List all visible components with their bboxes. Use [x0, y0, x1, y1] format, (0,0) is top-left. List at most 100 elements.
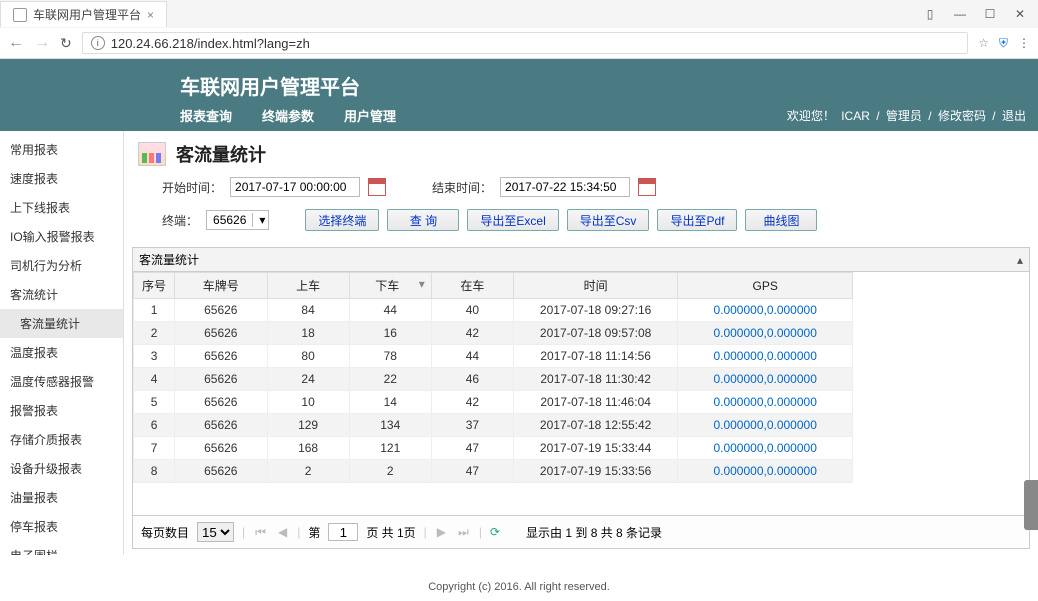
- sidebar-item[interactable]: IO输入报警报表: [0, 222, 123, 251]
- column-header[interactable]: 序号: [134, 273, 175, 299]
- cell-off: 2: [349, 460, 431, 483]
- feedback-handle[interactable]: [1024, 480, 1038, 530]
- browser-tab[interactable]: 车联网用户管理平台 ×: [0, 1, 167, 27]
- calendar-icon[interactable]: [368, 178, 386, 196]
- nav-user-mgmt[interactable]: 用户管理: [344, 106, 396, 125]
- cell-off: 22: [349, 368, 431, 391]
- maximize-icon[interactable]: ☐: [984, 7, 996, 21]
- sidebar-item[interactable]: 温度传感器报警: [0, 367, 123, 396]
- sidebar-item[interactable]: 停车报表: [0, 512, 123, 541]
- user-link[interactable]: ICAR: [841, 109, 870, 123]
- cell-time: 2017-07-18 09:27:16: [513, 299, 677, 322]
- per-page-select[interactable]: 15: [197, 522, 234, 542]
- end-time-input[interactable]: [500, 177, 630, 197]
- cell-gps[interactable]: 0.000000,0.000000: [678, 322, 853, 345]
- sidebar-item[interactable]: 报警报表: [0, 396, 123, 425]
- sidebar-item[interactable]: 客流统计: [0, 280, 123, 309]
- table-row[interactable]: 3656268078442017-07-18 11:14:560.000000,…: [134, 345, 853, 368]
- role-link[interactable]: 管理员: [886, 109, 922, 123]
- change-password-link[interactable]: 修改密码: [938, 109, 986, 123]
- bookmark-icon[interactable]: ☆: [978, 36, 989, 50]
- chevron-down-icon[interactable]: ▾: [252, 213, 268, 227]
- page-icon: [13, 8, 27, 22]
- table-row[interactable]: 765626168121472017-07-19 15:33:440.00000…: [134, 437, 853, 460]
- address-bar: ← → ↻ i 120.24.66.218/index.html?lang=zh…: [0, 28, 1038, 58]
- sidebar-item[interactable]: 上下线报表: [0, 193, 123, 222]
- cell-on: 168: [267, 437, 349, 460]
- column-header[interactable]: 车牌号: [175, 273, 267, 299]
- cell-gps[interactable]: 0.000000,0.000000: [678, 368, 853, 391]
- nav-reports[interactable]: 报表查询: [180, 106, 232, 125]
- cell-gps[interactable]: 0.000000,0.000000: [678, 460, 853, 483]
- cell-time: 2017-07-18 12:55:42: [513, 414, 677, 437]
- table-row[interactable]: 4656262422462017-07-18 11:30:420.000000,…: [134, 368, 853, 391]
- back-icon[interactable]: ←: [8, 34, 24, 52]
- export-csv-button[interactable]: 导出至Csv: [567, 209, 650, 231]
- cell-idx: 6: [134, 414, 175, 437]
- logout-link[interactable]: 退出: [1002, 109, 1026, 123]
- cell-gps[interactable]: 0.000000,0.000000: [678, 391, 853, 414]
- cell-time: 2017-07-18 09:57:08: [513, 322, 677, 345]
- browser-menu-icon[interactable]: ⋮: [1018, 36, 1030, 50]
- column-header[interactable]: 下车▾: [349, 273, 431, 299]
- filter-row-2: 终端： 65626 ▾ 选择终端 查 询 导出至Excel 导出至Csv 导出至…: [132, 203, 1030, 237]
- reload-icon[interactable]: ↻: [60, 35, 72, 52]
- close-tab-icon[interactable]: ×: [147, 8, 154, 22]
- sidebar-item[interactable]: 常用报表: [0, 135, 123, 164]
- column-header[interactable]: GPS: [678, 273, 853, 299]
- table-row[interactable]: 2656261816422017-07-18 09:57:080.000000,…: [134, 322, 853, 345]
- table-row[interactable]: 665626129134372017-07-18 12:55:420.00000…: [134, 414, 853, 437]
- chart-button[interactable]: 曲线图: [745, 209, 817, 231]
- export-pdf-button[interactable]: 导出至Pdf: [657, 209, 737, 231]
- cell-idx: 1: [134, 299, 175, 322]
- cell-in: 42: [431, 391, 513, 414]
- cell-in: 40: [431, 299, 513, 322]
- user-icon[interactable]: ▯: [924, 7, 936, 21]
- column-header[interactable]: 在车: [431, 273, 513, 299]
- cell-gps[interactable]: 0.000000,0.000000: [678, 414, 853, 437]
- site-info-icon[interactable]: i: [91, 36, 105, 50]
- refresh-icon[interactable]: ⟳: [490, 525, 500, 539]
- table-row[interactable]: 1656268444402017-07-18 09:27:160.000000,…: [134, 299, 853, 322]
- calendar-icon[interactable]: [638, 178, 656, 196]
- terminal-select[interactable]: 65626 ▾: [206, 210, 269, 230]
- sidebar-item[interactable]: 油量报表: [0, 483, 123, 512]
- close-window-icon[interactable]: ✕: [1014, 7, 1026, 21]
- last-page-icon: ⏭: [456, 525, 471, 540]
- select-terminal-button[interactable]: 选择终端: [305, 209, 379, 231]
- cell-gps[interactable]: 0.000000,0.000000: [678, 437, 853, 460]
- table-row[interactable]: 86562622472017-07-19 15:33:560.000000,0.…: [134, 460, 853, 483]
- next-page-icon: ▶: [435, 525, 448, 539]
- cell-idx: 8: [134, 460, 175, 483]
- collapse-icon[interactable]: ▴: [1017, 253, 1023, 267]
- export-excel-button[interactable]: 导出至Excel: [467, 209, 558, 231]
- window-controls: ▯ — ☐ ✕: [924, 7, 1038, 21]
- column-header[interactable]: 上车: [267, 273, 349, 299]
- sidebar-item[interactable]: 客流量统计: [0, 309, 123, 338]
- start-time-label: 开始时间：: [162, 179, 222, 196]
- sidebar-item[interactable]: 速度报表: [0, 164, 123, 193]
- cell-off: 134: [349, 414, 431, 437]
- sidebar-item[interactable]: 存储介质报表: [0, 425, 123, 454]
- query-button[interactable]: 查 询: [387, 209, 459, 231]
- url-input[interactable]: i 120.24.66.218/index.html?lang=zh: [82, 32, 968, 54]
- start-time-input[interactable]: [230, 177, 360, 197]
- minimize-icon[interactable]: —: [954, 7, 966, 21]
- content-area: 客流量统计 开始时间： 结束时间： 终端： 65626 ▾ 选择终端 查 询 导…: [124, 131, 1038, 555]
- cell-off: 44: [349, 299, 431, 322]
- nav-terminal-params[interactable]: 终端参数: [262, 106, 314, 125]
- table-row[interactable]: 5656261014422017-07-18 11:46:040.000000,…: [134, 391, 853, 414]
- sidebar-item[interactable]: 司机行为分析: [0, 251, 123, 280]
- sidebar-item[interactable]: 温度报表: [0, 338, 123, 367]
- cell-gps[interactable]: 0.000000,0.000000: [678, 345, 853, 368]
- app-title: 车联网用户管理平台: [180, 77, 360, 99]
- sidebar-item[interactable]: 电子围栏: [0, 541, 123, 555]
- column-header[interactable]: 时间: [513, 273, 677, 299]
- shield-icon[interactable]: ⛨: [999, 36, 1008, 51]
- url-text: 120.24.66.218/index.html?lang=zh: [111, 36, 310, 51]
- page-input[interactable]: [328, 523, 358, 541]
- sidebar-item[interactable]: 设备升级报表: [0, 454, 123, 483]
- cell-gps[interactable]: 0.000000,0.000000: [678, 299, 853, 322]
- cell-on: 10: [267, 391, 349, 414]
- cell-plate: 65626: [175, 345, 267, 368]
